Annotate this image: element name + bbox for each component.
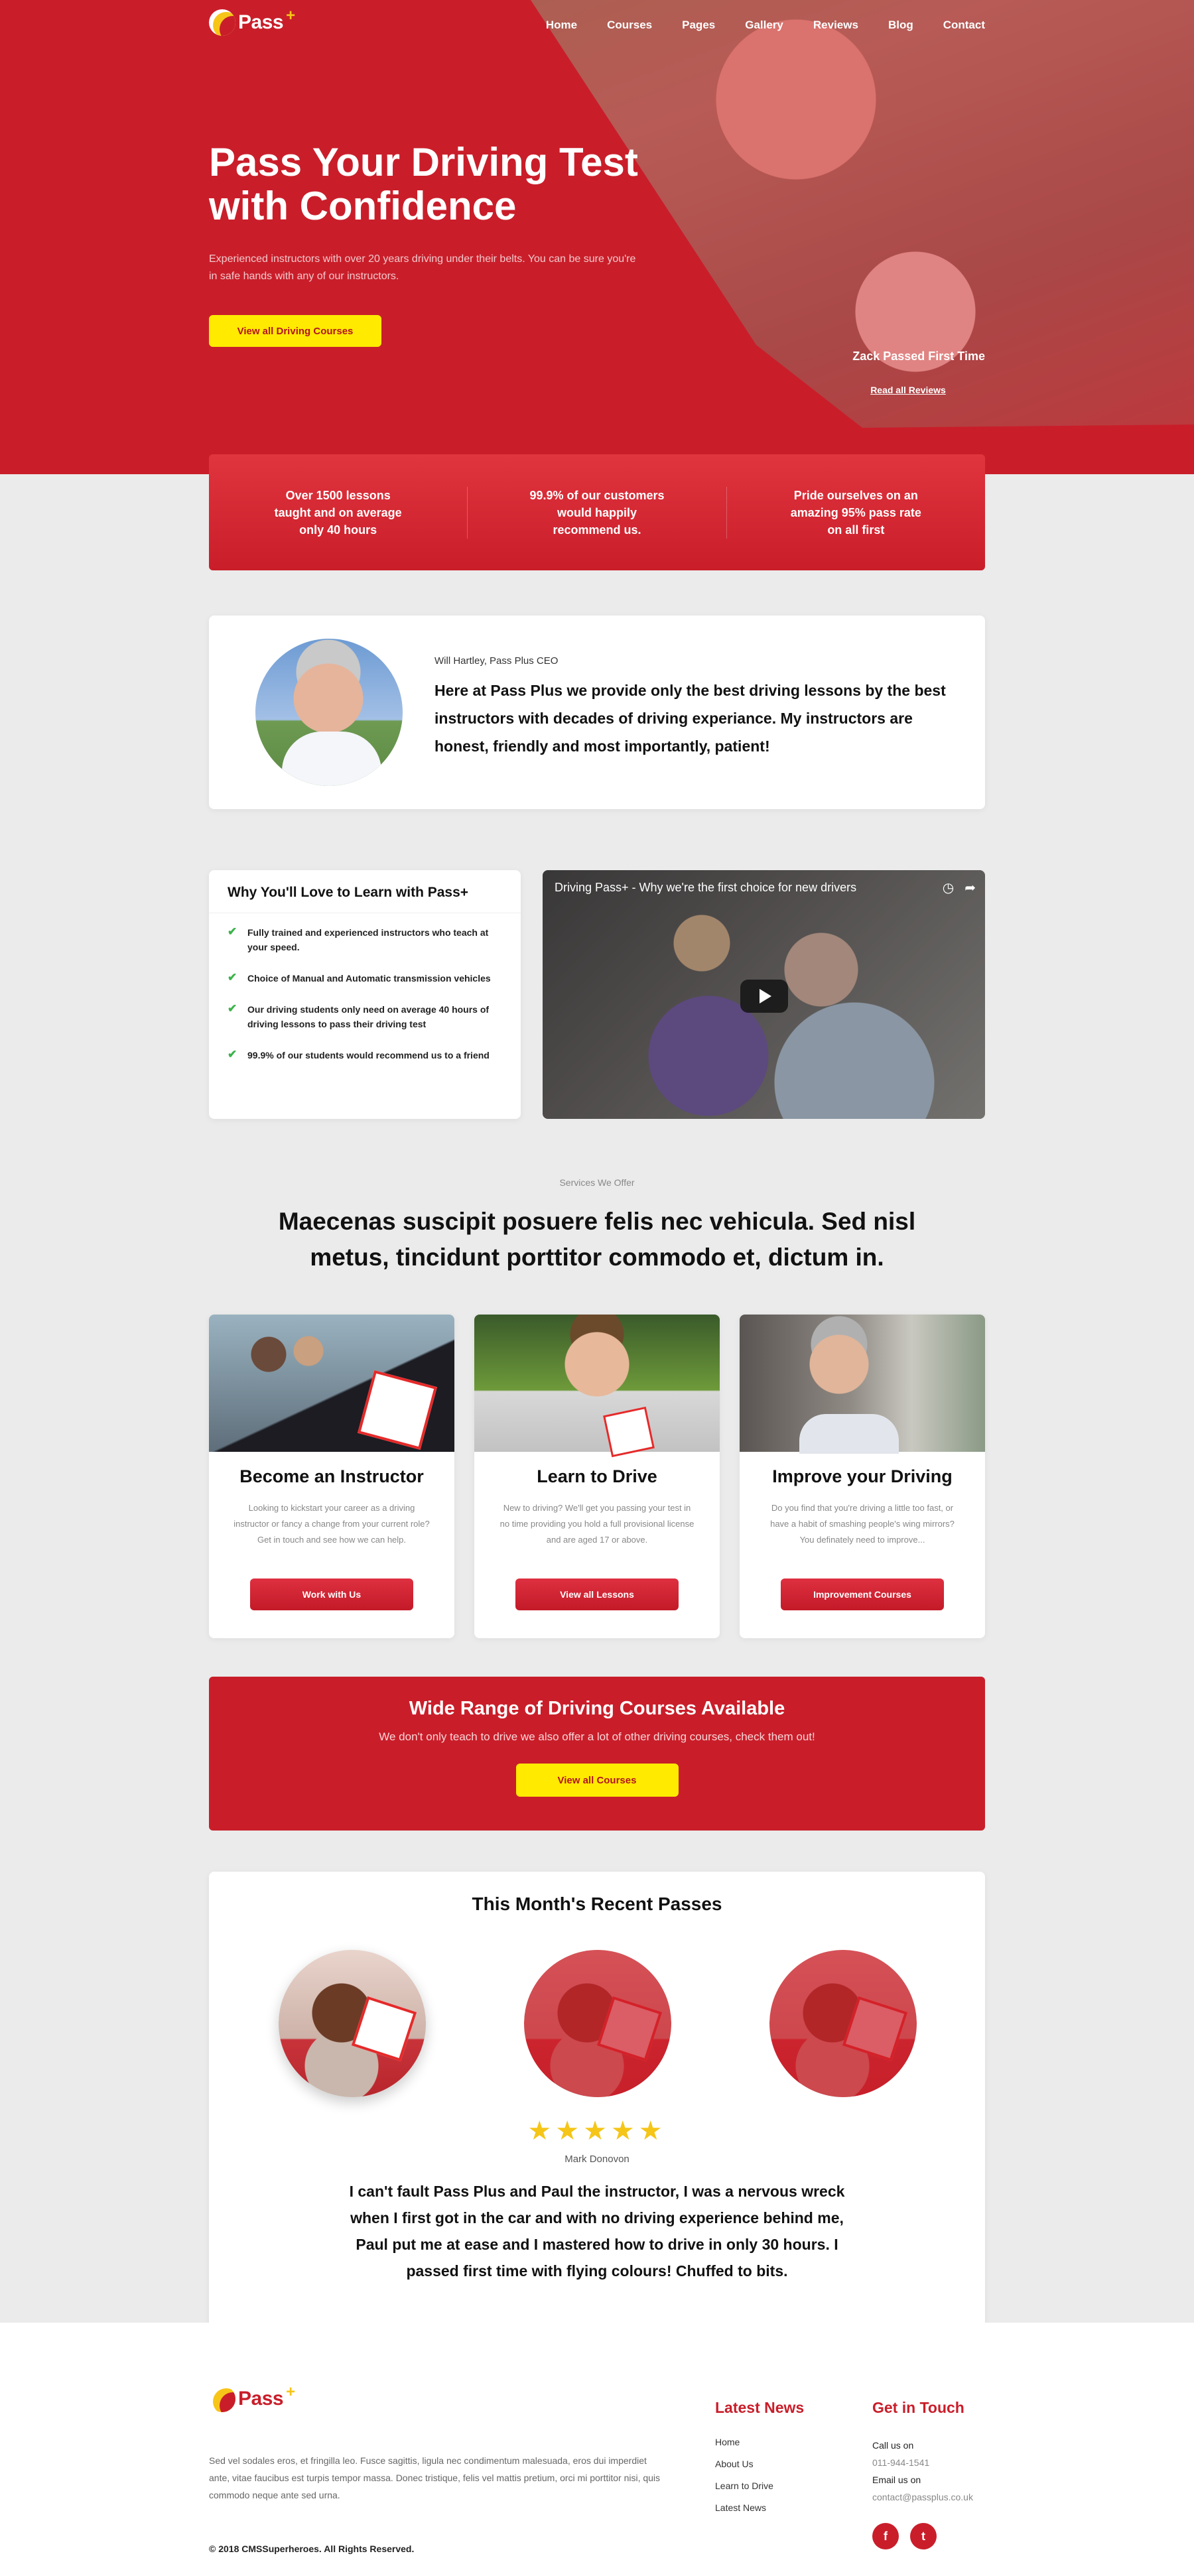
service-image	[474, 1315, 720, 1452]
stats-bar: Over 1500 lessons taught and on average …	[209, 454, 985, 570]
footer-logo[interactable]: Pass +	[209, 2383, 296, 2412]
service-title: Become an Instructor	[239, 1466, 424, 1486]
email-label: Email us on	[872, 2475, 921, 2485]
video-player[interactable]: Driving Pass+ - Why we're the first choi…	[543, 870, 985, 1119]
service-text: Looking to kickstart your career as a dr…	[233, 1503, 430, 1545]
list-item: ✔ Choice of Manual and Automatic transmis…	[228, 971, 502, 986]
list-item: ✔ 99.9% of our students would recommend u…	[228, 1048, 502, 1063]
service-image	[209, 1315, 454, 1452]
nav-item-contact[interactable]: Contact	[943, 19, 985, 32]
rating-stars: ★★★★★	[527, 2116, 667, 2146]
check-icon: ✔	[228, 971, 237, 984]
stat-recommend: 99.9% of our customers would happily rec…	[467, 486, 726, 539]
hero-photo-caption: Zack Passed First Time	[852, 350, 985, 363]
nav-item-home[interactable]: Home	[546, 19, 577, 32]
why-item-text: 99.9% of our students would recommend us…	[247, 1050, 490, 1061]
why-learn-card: Why You'll Love to Learn with Pass+ ✔ Ful…	[209, 870, 521, 1119]
logo-plus: +	[286, 7, 296, 25]
why-learn-list: ✔ Fully trained and experienced instructo…	[209, 913, 521, 1063]
email-address[interactable]: contact@passplus.co.uk	[872, 2488, 973, 2506]
service-text: New to driving? We'll get you passing yo…	[499, 1503, 695, 1545]
latest-news-title: Latest News	[715, 2399, 805, 2416]
footer-copyright: © 2018 CMSSuperheroes. All Rights Reserv…	[209, 2544, 415, 2554]
ceo-card: Will Hartley, Pass Plus CEO Here at Pass…	[209, 615, 985, 809]
hero-subtitle: Experienced instructors with over 20 yea…	[209, 253, 636, 282]
footer-link-learn[interactable]: Learn to Drive	[715, 2480, 773, 2491]
cta-title: Wide Range of Driving Courses Available	[409, 1698, 785, 1719]
video-controls: ◷ ➦	[943, 879, 976, 896]
footer-link-news[interactable]: Latest News	[715, 2502, 773, 2513]
reviewer-name: Mark Donovon	[564, 2154, 630, 2165]
check-icon: ✔	[228, 1048, 237, 1061]
play-icon[interactable]	[740, 980, 788, 1013]
site-footer: Pass + Sed vel sodales eros, et fringill…	[0, 2323, 1194, 2576]
pass-avatar[interactable]	[769, 1950, 917, 2097]
check-icon: ✔	[228, 925, 237, 938]
call-label: Call us on	[872, 2440, 914, 2451]
phone-number[interactable]: 011-944-1541	[872, 2454, 973, 2471]
work-with-us-button[interactable]: Work with Us	[250, 1578, 413, 1610]
improvement-courses-button[interactable]: Improvement Courses	[781, 1578, 944, 1610]
facebook-icon[interactable]: f	[872, 2523, 899, 2549]
footer-contact: Call us on 011-944-1541 Email us on cont…	[872, 2437, 973, 2506]
why-item-text: Fully trained and experienced instructor…	[247, 927, 489, 952]
view-all-courses-button[interactable]: View all Courses	[515, 1764, 679, 1797]
why-item-text: Choice of Manual and Automatic transmiss…	[247, 973, 491, 984]
header-logo[interactable]: Pass +	[209, 7, 296, 36]
nav-item-reviews[interactable]: Reviews	[813, 19, 858, 32]
video-title[interactable]: Driving Pass+ - Why we're the first choi…	[555, 881, 856, 895]
footer-link-about[interactable]: About Us	[715, 2459, 773, 2469]
service-text: Do you find that you're driving a little…	[770, 1503, 955, 1545]
twitter-icon[interactable]: t	[910, 2523, 937, 2549]
service-title: Improve your Driving	[772, 1466, 953, 1486]
list-item: ✔ Our driving students only need on avera…	[228, 1002, 502, 1031]
ceo-name: Will Hartley, Pass Plus CEO	[434, 655, 559, 667]
view-lessons-button[interactable]: View all Lessons	[515, 1578, 679, 1610]
read-reviews-link[interactable]: Read all Reviews	[862, 385, 954, 395]
courses-cta-banner: Wide Range of Driving Courses Available …	[209, 1677, 985, 1831]
service-card-learn: Learn to Drive New to driving? We'll get…	[474, 1315, 720, 1638]
service-image	[740, 1315, 985, 1454]
view-driving-courses-button[interactable]: View all Driving Courses	[209, 315, 381, 347]
services-heading: Maecenas suscipit posuere felis nec vehi…	[278, 1208, 916, 1271]
services-eyebrow: Services We Offer	[559, 1177, 635, 1188]
logo-word: Pass	[238, 2388, 284, 2410]
share-icon[interactable]: ➦	[964, 879, 976, 896]
recent-passes-card: This Month's Recent Passes ★★★★★ Mark Do…	[209, 1872, 985, 2329]
hero-section: Pass + Home Courses Pages Gallery Review…	[0, 0, 1194, 474]
logo-word: Pass	[238, 11, 284, 33]
check-icon: ✔	[228, 1002, 237, 1015]
footer-news-links: Home About Us Learn to Drive Latest News	[715, 2437, 773, 2524]
why-learn-title: Why You'll Love to Learn with Pass+	[209, 870, 521, 913]
nav-item-courses[interactable]: Courses	[607, 19, 652, 32]
main-nav: Home Courses Pages Gallery Reviews Blog …	[546, 19, 985, 32]
footer-about-text: Sed vel sodales eros, et fringilla leo. …	[209, 2455, 661, 2500]
cta-text: We don't only teach to drive we also off…	[379, 1730, 815, 1743]
logo-mark-icon	[209, 2386, 235, 2412]
hero-title: Pass Your Driving Test with Confidence	[209, 140, 638, 228]
ceo-avatar	[255, 639, 403, 786]
service-card-instructor: Become an Instructor Looking to kickstar…	[209, 1315, 454, 1638]
stat-lessons: Over 1500 lessons taught and on average …	[274, 488, 402, 537]
clock-icon[interactable]: ◷	[943, 879, 954, 896]
get-in-touch-title: Get in Touch	[872, 2399, 964, 2416]
review-text: I can't fault Pass Plus and Paul the ins…	[349, 2183, 845, 2280]
logo-mark-icon	[209, 9, 235, 36]
nav-item-blog[interactable]: Blog	[888, 19, 913, 32]
logo-plus: +	[286, 2383, 296, 2401]
why-item-text: Our driving students only need on averag…	[247, 1004, 490, 1029]
service-card-improve: Improve your Driving Do you find that yo…	[740, 1315, 985, 1638]
footer-link-home[interactable]: Home	[715, 2437, 773, 2447]
pass-avatar-active[interactable]	[279, 1950, 426, 2097]
nav-item-gallery[interactable]: Gallery	[745, 19, 783, 32]
list-item: ✔ Fully trained and experienced instructo…	[228, 925, 502, 954]
ceo-quote: Here at Pass Plus we provide only the be…	[434, 682, 946, 755]
service-title: Learn to Drive	[537, 1466, 657, 1486]
recent-passes-title: This Month's Recent Passes	[472, 1894, 722, 1914]
pass-avatar[interactable]	[524, 1950, 671, 2097]
stat-pass-rate: Pride ourselves on an amazing 95% pass r…	[726, 486, 985, 539]
nav-item-pages[interactable]: Pages	[682, 19, 715, 32]
